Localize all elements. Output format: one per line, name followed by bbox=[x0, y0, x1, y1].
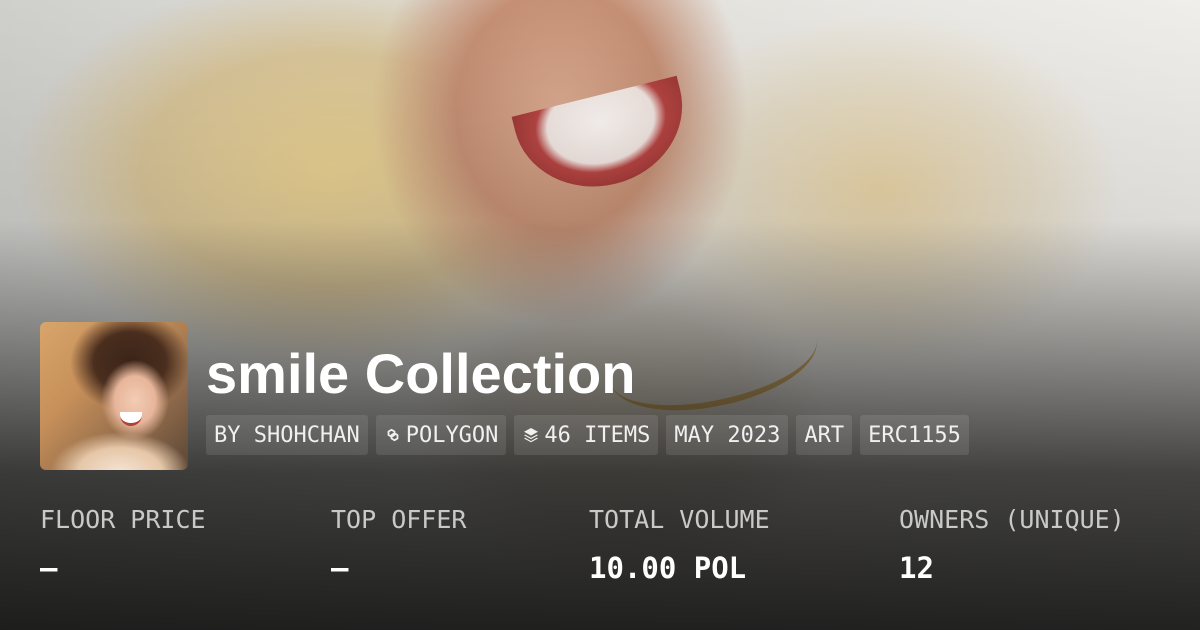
stat-value: 12 bbox=[899, 551, 934, 585]
avatar-art-smile bbox=[120, 412, 142, 426]
tag-chain[interactable]: POLYGON bbox=[375, 415, 507, 455]
polygon-icon bbox=[387, 428, 399, 442]
collection-tags: BY SHOHCHAN POLYGON 46 ITEMS MAY 2023 AR… bbox=[206, 415, 969, 455]
tag-label: 46 ITEMS bbox=[544, 422, 651, 448]
stat-owners: OWNERS (UNIQUE) 12 bbox=[899, 500, 1125, 596]
tag-category[interactable]: ART bbox=[796, 415, 853, 455]
tag-label: ART bbox=[804, 422, 845, 448]
tag-label: MAY 2023 bbox=[674, 422, 781, 448]
tag-label: POLYGON bbox=[405, 422, 499, 448]
stat-label: TOTAL VOLUME bbox=[589, 505, 770, 534]
stat-value: — bbox=[331, 551, 349, 585]
stat-label: TOP OFFER bbox=[331, 505, 467, 534]
tag-label: ERC1155 bbox=[868, 422, 961, 448]
tag-creator[interactable]: BY SHOHCHAN bbox=[206, 415, 368, 455]
stat-total-volume: TOTAL VOLUME 10.00 POL bbox=[589, 500, 770, 596]
stat-value: — bbox=[40, 551, 58, 585]
collection-stats: FLOOR PRICE — TOP OFFER — TOTAL VOLUME 1… bbox=[0, 500, 1200, 610]
tag-standard: ERC1155 bbox=[860, 415, 969, 455]
stat-value: 10.00 POL bbox=[589, 551, 747, 585]
collection-avatar bbox=[40, 322, 188, 470]
stat-label: OWNERS (UNIQUE) bbox=[899, 505, 1125, 534]
collection-share-card: smile Collection BY SHOHCHAN POLYGON 46 … bbox=[0, 0, 1200, 630]
tag-items[interactable]: 46 ITEMS bbox=[514, 415, 659, 455]
collection-title: smile Collection bbox=[206, 342, 636, 405]
stat-label: FLOOR PRICE bbox=[40, 505, 206, 534]
stat-floor-price: FLOOR PRICE — bbox=[40, 500, 206, 596]
tag-date: MAY 2023 bbox=[666, 415, 789, 455]
tag-label: BY SHOHCHAN bbox=[214, 422, 360, 448]
stat-top-offer: TOP OFFER — bbox=[331, 500, 466, 596]
layers-icon bbox=[524, 428, 539, 443]
